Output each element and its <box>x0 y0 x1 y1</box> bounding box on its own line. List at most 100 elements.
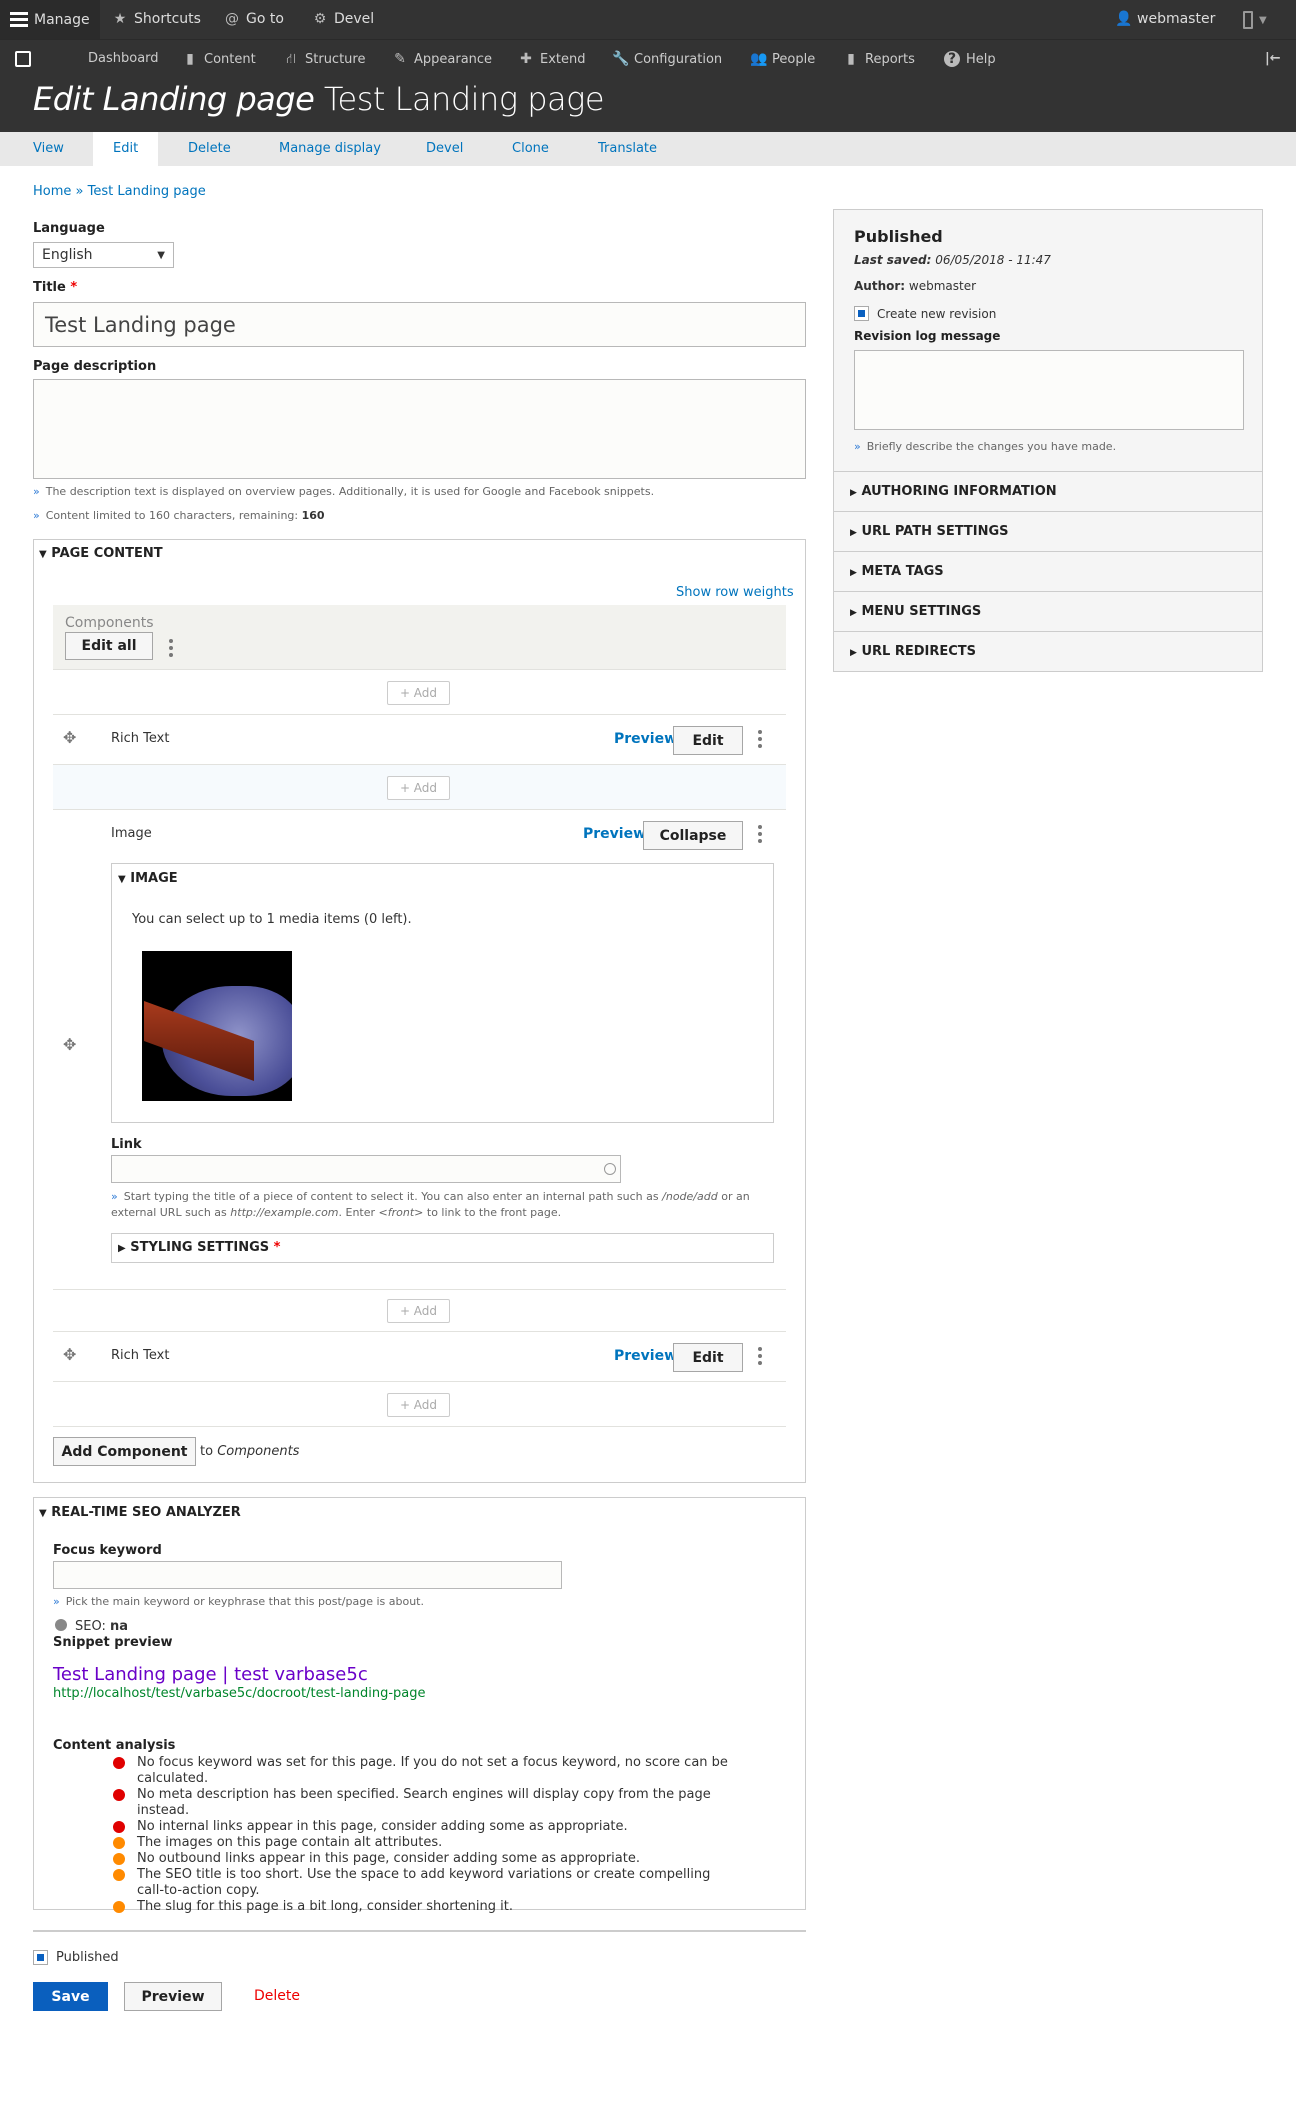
status-dot-icon <box>113 1869 125 1881</box>
link-input[interactable] <box>111 1155 621 1183</box>
tab-edit[interactable]: Edit <box>93 132 159 166</box>
details-url-path-settings[interactable]: ▶ URL PATH SETTINGS <box>834 511 1262 551</box>
kebab-menu-icon[interactable] <box>758 1347 762 1368</box>
tab-translate[interactable]: Translate <box>598 132 657 166</box>
drag-handle-icon[interactable]: ✥ <box>63 1345 76 1364</box>
help-icon: ? <box>944 51 960 67</box>
manage-tab[interactable]: Manage <box>0 0 100 39</box>
content-analysis-label: Content analysis <box>53 1738 176 1753</box>
triangle-right-icon: ▶ <box>850 648 857 658</box>
show-row-weights-link[interactable]: Show row weights <box>676 585 794 600</box>
analysis-item: The slug for this page is a bit long, co… <box>113 1899 733 1915</box>
seo-analyzer-toggle[interactable]: ▼ REAL-TIME SEO ANALYZER <box>39 1505 241 1520</box>
link-label: Link <box>111 1137 142 1152</box>
analysis-item: No outbound links appear in this page, c… <box>113 1851 733 1867</box>
revision-log-textarea[interactable] <box>854 350 1244 430</box>
tray-structure[interactable]: ⛙ Structure <box>283 51 365 67</box>
tray-configuration[interactable]: 🔧 Configuration <box>612 51 722 67</box>
triangle-down-icon: ▼ <box>39 1508 47 1519</box>
tray-label: Structure <box>305 51 366 67</box>
analysis-text: The images on this page contain alt attr… <box>137 1835 443 1850</box>
details-url-redirects[interactable]: ▶ URL REDIRECTS <box>834 631 1262 671</box>
gear-icon: ⚙ <box>313 11 327 27</box>
description-help: » The description text is displayed on ov… <box>33 485 654 498</box>
tab-devel[interactable]: Devel <box>426 132 463 166</box>
tab-manage-display[interactable]: Manage display <box>279 132 381 166</box>
details-authoring-information[interactable]: ▶ AUTHORING INFORMATION <box>834 471 1262 511</box>
edit-button[interactable]: Edit <box>673 726 743 755</box>
goto-tab[interactable]: @ Go to <box>224 11 284 27</box>
page-title: Edit Landing page Test Landing page <box>33 80 605 118</box>
details-label: MENU SETTINGS <box>861 604 982 619</box>
save-button[interactable]: Save <box>33 1982 108 2011</box>
add-component-button[interactable]: Add Component <box>53 1437 196 1466</box>
published-checkbox-row: Published <box>33 1950 119 1965</box>
preview-link[interactable]: Preview <box>614 1348 677 1364</box>
breadcrumb-current[interactable]: Test Landing page <box>88 184 206 199</box>
user-label: webmaster <box>1137 11 1216 27</box>
divider <box>33 1930 806 1932</box>
preview-link[interactable]: Preview <box>614 731 677 747</box>
edit-all-button[interactable]: Edit all <box>65 632 153 660</box>
add-button[interactable]: + Add <box>387 776 450 800</box>
drag-handle-icon[interactable]: ✥ <box>63 728 76 747</box>
preview-link[interactable]: Preview <box>583 826 646 842</box>
help-text: Pick the main keyword or keyphrase that … <box>65 1595 424 1608</box>
preview-button[interactable]: Preview <box>124 1982 222 2011</box>
title-input[interactable]: Test Landing page <box>33 302 806 347</box>
status-heading: Published <box>854 227 943 246</box>
page-description-textarea[interactable] <box>33 379 806 479</box>
tray-help[interactable]: ? Help <box>944 51 996 67</box>
user-tab[interactable]: 👤 webmaster <box>1115 11 1215 27</box>
add-row: + Add <box>53 765 786 810</box>
published-label: Published <box>56 1950 119 1965</box>
published-checkbox[interactable] <box>33 1950 48 1965</box>
tray-label: Dashboard <box>88 51 159 66</box>
new-revision-checkbox[interactable] <box>854 306 869 321</box>
tray-content[interactable]: ▮ Content <box>182 51 256 67</box>
add-button[interactable]: + Add <box>387 681 450 705</box>
devel-tab[interactable]: ⚙ Devel <box>312 11 374 27</box>
tray-appearance[interactable]: ✎ Appearance <box>392 51 492 67</box>
tab-view[interactable]: View <box>33 132 64 166</box>
delete-link[interactable]: Delete <box>254 1988 300 2004</box>
orientation-toggle-icon[interactable]: |← <box>1265 51 1281 66</box>
device-toggle[interactable]: ▼ <box>1243 11 1267 29</box>
kebab-menu-icon[interactable] <box>758 730 762 751</box>
raquo: » <box>111 1190 118 1203</box>
triangle-right-icon: ▶ <box>850 528 857 538</box>
drag-handle-icon[interactable]: ✥ <box>63 1035 76 1054</box>
analysis-item: The images on this page contain alt attr… <box>113 1835 733 1851</box>
image-fieldset-toggle[interactable]: ▼ IMAGE <box>118 871 178 886</box>
collapse-button[interactable]: Collapse <box>643 821 743 850</box>
tray-extend[interactable]: ✚ Extend <box>518 51 585 67</box>
star-icon: ★ <box>113 11 127 27</box>
breadcrumb: Home » Test Landing page <box>33 184 206 199</box>
tray-reports[interactable]: ▮ Reports <box>843 51 915 67</box>
add-button[interactable]: + Add <box>387 1299 450 1323</box>
tray-people[interactable]: 👥 People <box>750 51 815 67</box>
tab-delete[interactable]: Delete <box>188 132 231 166</box>
analysis-text: The SEO title is too short. Use the spac… <box>137 1867 711 1898</box>
tray-dashboard[interactable]: Dashboard <box>88 51 159 66</box>
focus-keyword-input[interactable] <box>53 1561 562 1589</box>
shortcuts-label: Shortcuts <box>134 11 201 27</box>
details-label: AUTHORING INFORMATION <box>861 484 1057 499</box>
edit-button[interactable]: Edit <box>673 1343 743 1372</box>
add-button[interactable]: + Add <box>387 1393 450 1417</box>
kebab-menu-icon[interactable] <box>169 639 173 660</box>
description-limit: » Content limited to 160 characters, rema… <box>33 509 325 522</box>
page-content-toggle[interactable]: ▼ PAGE CONTENT <box>39 546 163 561</box>
details-meta-tags[interactable]: ▶ META TAGS <box>834 551 1262 591</box>
fullscreen-icon[interactable] <box>15 51 31 67</box>
kebab-menu-icon[interactable] <box>758 825 762 846</box>
details-menu-settings[interactable]: ▶ MENU SETTINGS <box>834 591 1262 631</box>
breadcrumb-home[interactable]: Home <box>33 184 71 199</box>
toolbar-tray: Dashboard ▮ Content ⛙ Structure ✎ Appearanc… <box>0 39 1296 78</box>
shortcuts-tab[interactable]: ★ Shortcuts <box>112 11 201 27</box>
tab-clone[interactable]: Clone <box>512 132 549 166</box>
styling-settings-toggle[interactable]: ▶ STYLING SETTINGS * <box>111 1233 774 1263</box>
language-select[interactable]: English ▼ <box>33 242 174 268</box>
media-thumbnail[interactable] <box>142 951 292 1101</box>
help-text: The description text is displayed on ove… <box>45 485 655 498</box>
